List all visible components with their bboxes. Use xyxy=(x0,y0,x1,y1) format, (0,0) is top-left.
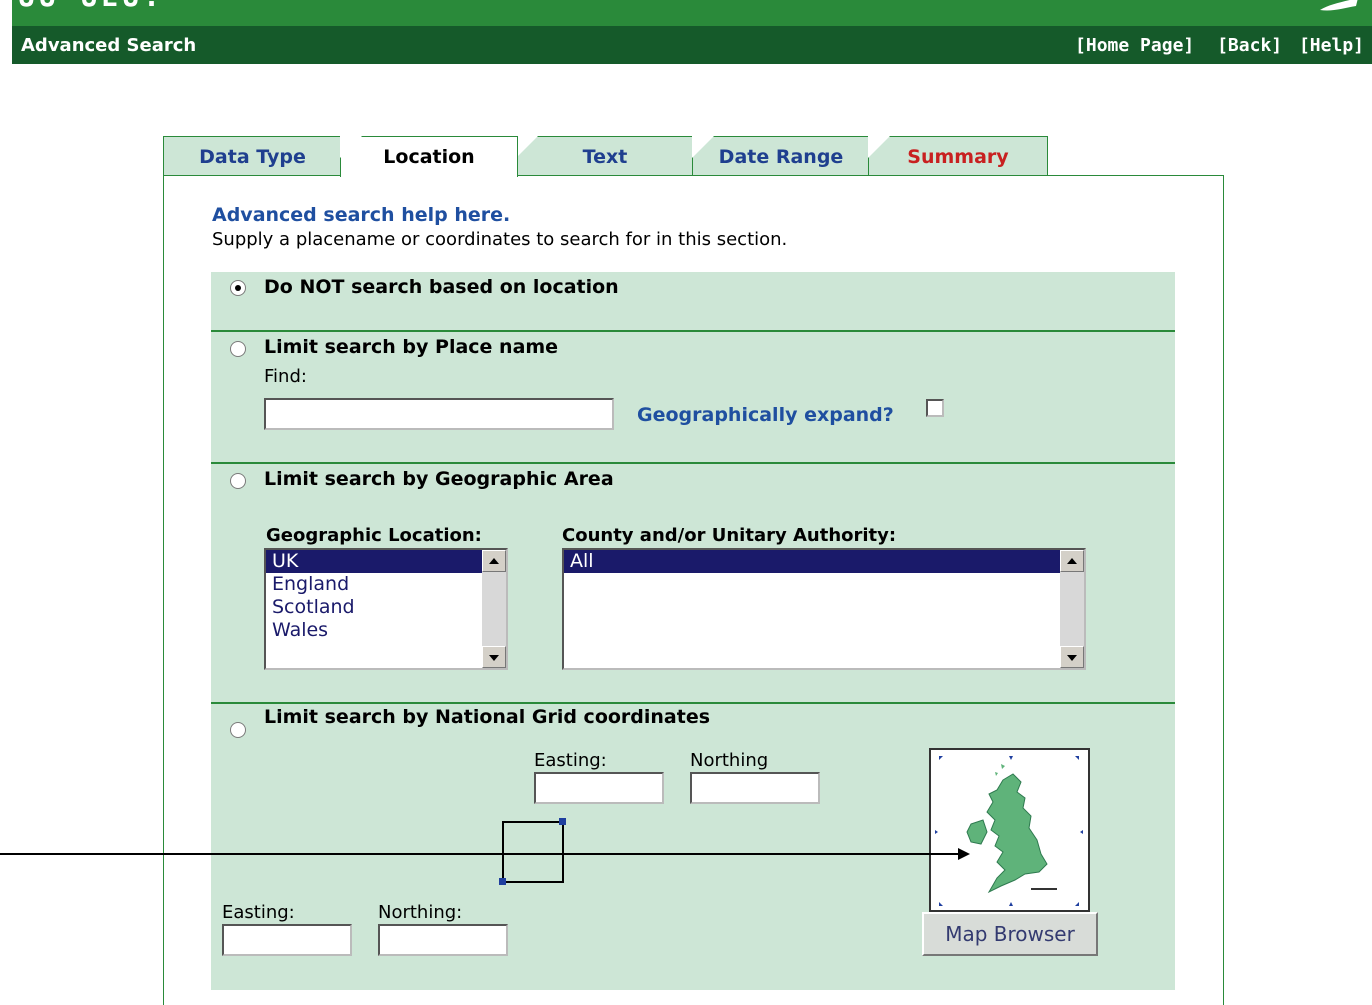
annotation-arrow-icon xyxy=(0,848,970,860)
advanced-search-help-link[interactable]: Advanced search help here. xyxy=(212,204,510,226)
list-item[interactable]: Scotland xyxy=(266,596,482,619)
list-item[interactable]: UK xyxy=(266,550,482,573)
place-name-input[interactable] xyxy=(264,398,614,430)
grid-radio[interactable] xyxy=(230,722,246,738)
easting-label-top: Easting: xyxy=(534,750,607,771)
scroll-up-button[interactable] xyxy=(1060,550,1084,572)
geo-location-label: Geographic Location: xyxy=(266,525,482,546)
tab-summary[interactable]: Summary xyxy=(868,136,1048,175)
no-location-radio[interactable] xyxy=(230,280,246,296)
uk-map-icon xyxy=(935,756,1083,906)
header-bar: Advanced Search [Home Page] [Back] [Help… xyxy=(12,26,1372,64)
page-title: Advanced Search xyxy=(21,35,197,56)
logo-icon xyxy=(1320,0,1358,11)
easting-input-bottom[interactable] xyxy=(222,924,352,956)
divider xyxy=(211,330,1175,332)
section-description: Supply a placename or coordinates to sea… xyxy=(212,229,788,250)
tab-label: Text xyxy=(582,146,628,168)
geo-location-listbox[interactable]: UK England Scotland Wales xyxy=(264,548,508,670)
county-listbox[interactable]: All xyxy=(562,548,1086,670)
geo-area-label: Limit search by Geographic Area xyxy=(264,468,614,490)
tab-date-range[interactable]: Date Range xyxy=(692,136,870,175)
tab-text[interactable]: Text xyxy=(516,136,694,175)
no-location-label: Do NOT search based on location xyxy=(264,276,619,298)
scroll-up-button[interactable] xyxy=(482,550,506,572)
geo-area-radio[interactable] xyxy=(230,473,246,489)
northing-label-top: Northing xyxy=(690,750,769,771)
divider xyxy=(211,462,1175,464)
geographically-expand-checkbox[interactable] xyxy=(926,399,944,417)
scrollbar[interactable] xyxy=(1060,550,1084,668)
place-name-radio[interactable] xyxy=(230,341,246,357)
back-link[interactable]: [Back] xyxy=(1217,35,1282,56)
northing-label-bottom: Northing: xyxy=(378,902,463,923)
geographically-expand-label: Geographically expand? xyxy=(637,404,894,426)
northing-input-top[interactable] xyxy=(690,772,820,804)
tab-location[interactable]: Location xyxy=(340,136,518,177)
map-thumbnail[interactable] xyxy=(929,748,1090,912)
list-item[interactable]: Wales xyxy=(266,619,482,642)
home-page-link[interactable]: [Home Page] xyxy=(1075,35,1194,56)
header-links: [Home Page] [Back] [Help] xyxy=(1063,35,1364,56)
divider xyxy=(211,702,1175,704)
tab-label: Location xyxy=(383,146,475,168)
easting-input-top[interactable] xyxy=(534,772,664,804)
scrollbar[interactable] xyxy=(482,550,506,668)
county-label: County and/or Unitary Authority: xyxy=(562,525,897,546)
scroll-down-button[interactable] xyxy=(482,646,506,668)
easting-label-bottom: Easting: xyxy=(222,902,295,923)
list-item[interactable]: England xyxy=(266,573,482,596)
grid-label: Limit search by National Grid coordinate… xyxy=(264,706,711,728)
place-name-label: Limit search by Place name xyxy=(264,336,559,358)
tab-label: Data Type xyxy=(199,146,306,168)
tab-data-type[interactable]: Data Type xyxy=(163,136,342,175)
list-item[interactable]: All xyxy=(564,550,1060,573)
scroll-down-button[interactable] xyxy=(1060,646,1084,668)
help-link: [Help] xyxy=(1298,35,1364,56)
map-browser-button[interactable]: Map Browser xyxy=(922,912,1098,956)
tab-label: Summary xyxy=(907,146,1009,168)
find-label: Find: xyxy=(264,366,307,387)
top-banner: UU UEU. xyxy=(12,0,1372,26)
banner-cut-text: UU UEU. xyxy=(18,0,164,13)
tab-label: Date Range xyxy=(718,146,844,168)
northing-input-bottom[interactable] xyxy=(378,924,508,956)
